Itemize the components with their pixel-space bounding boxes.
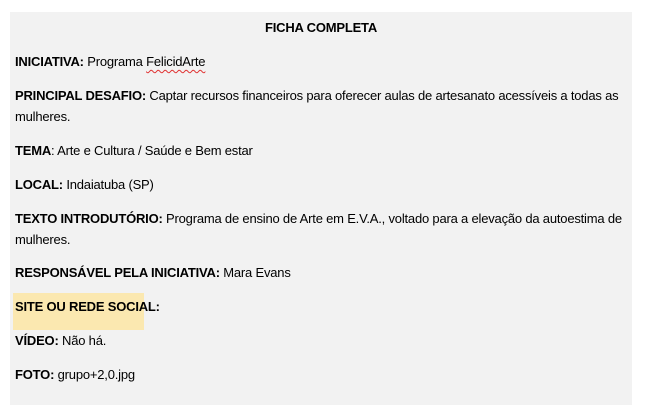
field-principal-desafio: PRINCIPAL DESAFIO: Captar recursos finan… bbox=[15, 85, 627, 127]
field-local-label: LOCAL: bbox=[15, 177, 63, 192]
field-iniciativa-label: INICIATIVA: bbox=[15, 54, 84, 69]
field-iniciativa: INICIATIVA: Programa FelicidArte bbox=[15, 51, 627, 72]
field-texto-label: TEXTO INTRODUTÓRIO: bbox=[15, 211, 163, 226]
field-iniciativa-name-misspelled: FelicidArte bbox=[146, 54, 206, 69]
field-responsavel: RESPONSÁVEL PELA INICIATIVA: Mara Evans bbox=[15, 262, 627, 283]
field-foto: FOTO: grupo+2,0.jpg bbox=[15, 364, 627, 385]
field-tema-value: Arte e Cultura / Saúde e Bem estar bbox=[57, 143, 253, 158]
field-video-label: VÍDEO: bbox=[15, 333, 59, 348]
field-video-value: Não há. bbox=[62, 333, 107, 348]
field-foto-label: FOTO: bbox=[15, 367, 55, 382]
field-tema: TEMA: Arte e Cultura / Saúde e Bem estar bbox=[15, 140, 627, 161]
field-iniciativa-value: Programa bbox=[87, 54, 147, 69]
field-responsavel-value: Mara Evans bbox=[223, 265, 291, 280]
field-responsavel-label: RESPONSÁVEL PELA INICIATIVA: bbox=[15, 265, 220, 280]
field-site-rede-social: SITE OU REDE SOCIAL: bbox=[15, 296, 627, 317]
field-tema-separator: : bbox=[51, 143, 55, 158]
field-local-value: Indaiatuba (SP) bbox=[66, 177, 154, 192]
field-local: LOCAL: Indaiatuba (SP) bbox=[15, 174, 627, 195]
field-site-label: SITE OU REDE SOCIAL: bbox=[15, 299, 160, 314]
document-title: FICHA COMPLETA bbox=[264, 20, 378, 35]
field-video: VÍDEO: Não há. bbox=[15, 330, 627, 351]
field-tema-label: TEMA bbox=[15, 143, 52, 158]
ficha-document: FICHA COMPLETA INICIATIVA: Programa Feli… bbox=[10, 12, 632, 405]
field-texto-introdutorio: TEXTO INTRODUTÓRIO: Programa de ensino d… bbox=[15, 208, 627, 250]
field-desafio-label: PRINCIPAL DESAFIO: bbox=[15, 88, 146, 103]
field-foto-value: grupo+2,0.jpg bbox=[57, 367, 135, 382]
